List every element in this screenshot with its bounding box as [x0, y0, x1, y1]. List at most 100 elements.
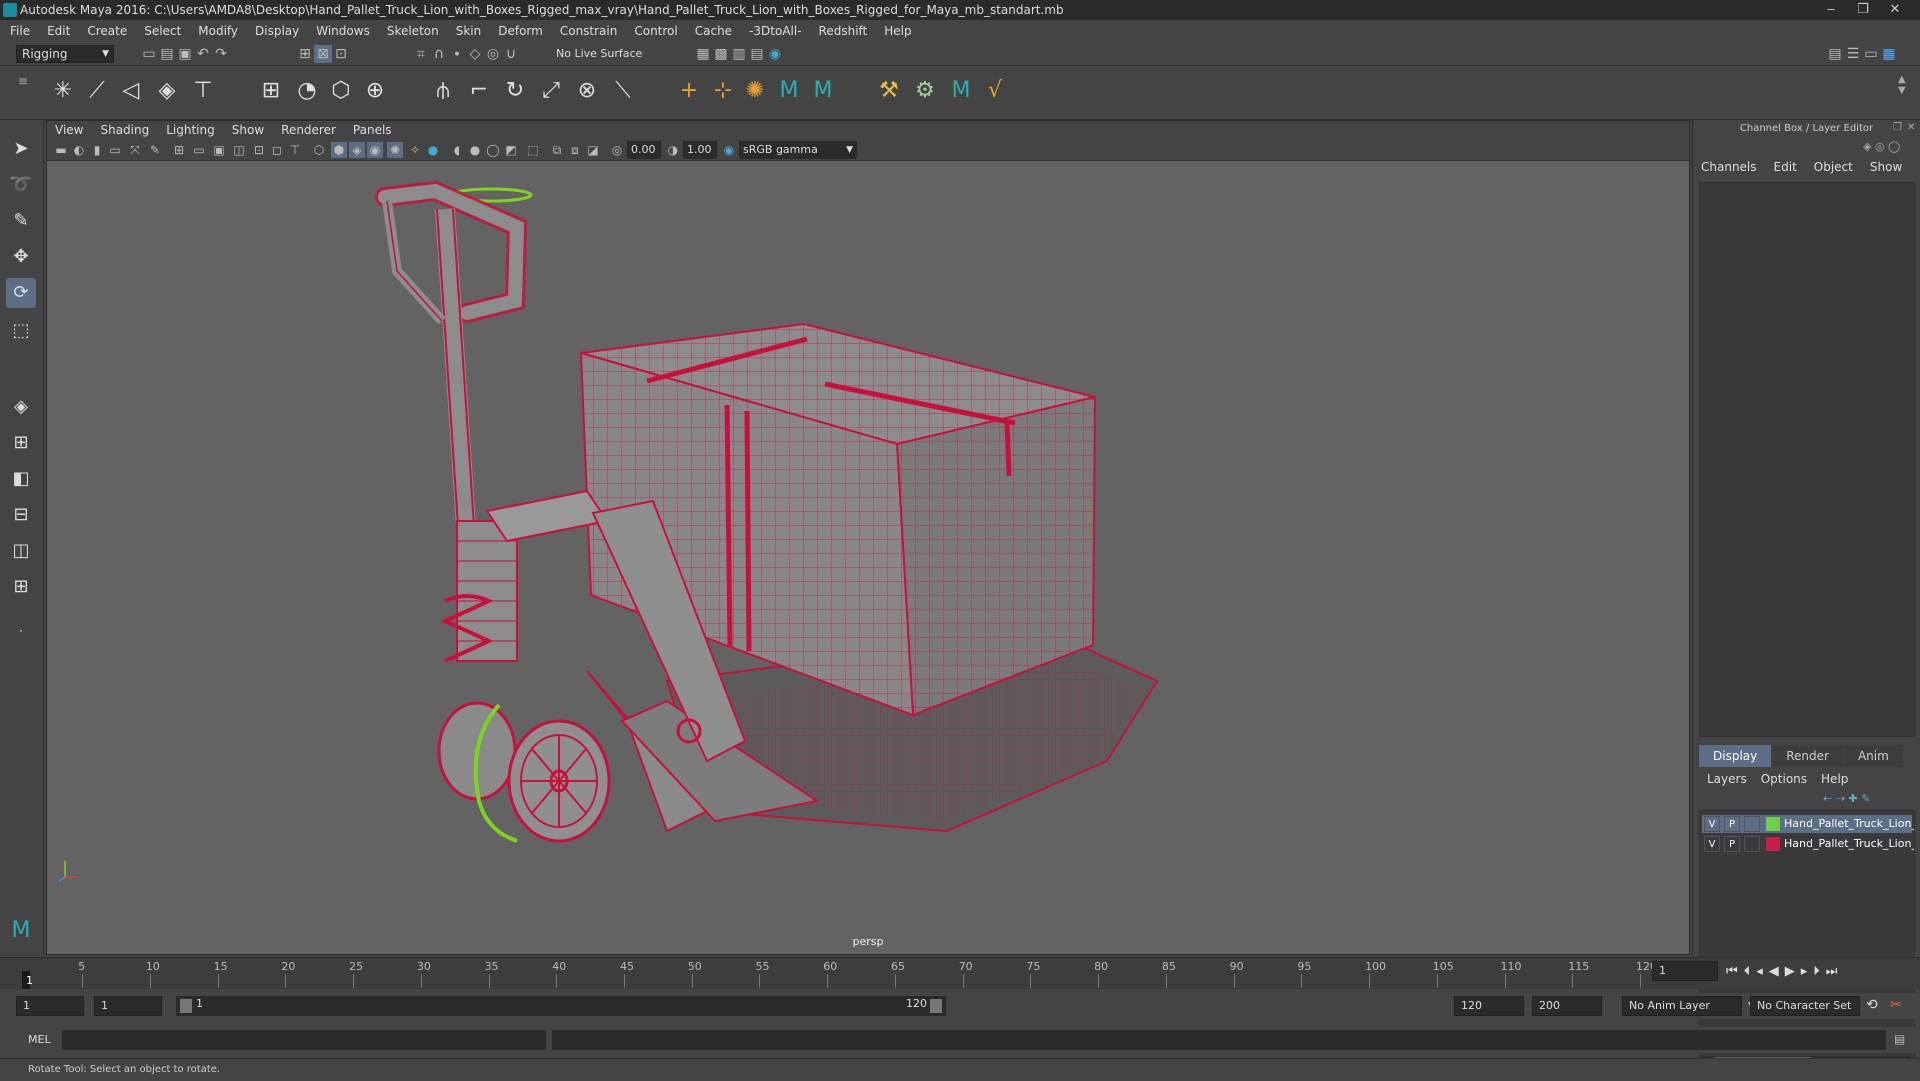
layer-move-icons[interactable]: ⇠ ⇢ ✚ ✎	[1823, 792, 1870, 805]
tool-settings-icon[interactable]: ▭	[1862, 45, 1880, 63]
smooth-shade-icon[interactable]: ⬢	[331, 142, 347, 158]
channel-box-area[interactable]	[1699, 182, 1915, 737]
gate-mask-icon[interactable]: ◫	[231, 142, 247, 158]
scale-constraint-icon[interactable]: ⤢	[536, 76, 566, 106]
3dtoall-shelf-icon-1[interactable]: M	[774, 76, 804, 106]
snap-view-plane-icon[interactable]: ◇	[466, 45, 484, 63]
exposure-field[interactable]: 0.00	[627, 141, 661, 159]
menu-file[interactable]: File	[10, 24, 30, 38]
step-forward-frame-icon[interactable]: ▸	[1801, 964, 1814, 979]
viewport-menu-panels[interactable]: Panels	[353, 123, 392, 137]
nurbs-circle-icon[interactable]: ⊹	[708, 76, 738, 106]
magnet-icon[interactable]: ∪	[502, 45, 520, 63]
select-by-hierarchy-icon[interactable]: ⊞	[296, 45, 314, 63]
modeling-toolkit-icon[interactable]: ▤	[1826, 45, 1844, 63]
viewport-menu-lighting[interactable]: Lighting	[166, 123, 215, 137]
go-to-start-icon[interactable]: ⏮	[1726, 964, 1744, 979]
colorspace-dropdown[interactable]: sRGB gamma ▼	[739, 141, 857, 159]
layout-more-icon[interactable]: ·	[6, 616, 36, 646]
viewport-scene[interactable]	[47, 161, 1689, 954]
anti-aliasing-icon[interactable]: ●	[467, 142, 483, 158]
render-view-icon[interactable]: ▦	[694, 45, 712, 63]
exposure-icon[interactable]: ◎	[609, 142, 625, 158]
persp-outliner-layout-icon[interactable]: ◧	[6, 464, 36, 494]
time-ruler[interactable]: 5 10 15 20 25 30 35 40 45 50 55 60 65 70 75 80 85 90 95 100…	[0, 958, 1660, 990]
backface-culling-icon[interactable]: ◪	[585, 142, 601, 158]
hypershade-icon[interactable]: ◉	[766, 45, 784, 63]
xray-joints-icon[interactable]: ⧉	[549, 142, 565, 158]
menuset-dropdown[interactable]: Rigging ▼	[16, 45, 114, 63]
menu-deform[interactable]: Deform	[498, 24, 543, 38]
xray-icon[interactable]: ⬚	[525, 142, 541, 158]
restore-button[interactable]: ❐	[1848, 0, 1878, 20]
tab-anim[interactable]: Anim	[1843, 745, 1903, 767]
menu-edit[interactable]: Edit	[47, 24, 70, 38]
persp-graph-layout-icon[interactable]: ⊟	[6, 500, 36, 530]
menu-constrain[interactable]: Constrain	[560, 24, 618, 38]
panel-float-icon[interactable]: ❐	[1893, 122, 1902, 133]
layer-name[interactable]: Hand_Pallet_Truck_Lion_with_Boxes	[1784, 815, 1914, 833]
layer-row[interactable]: VP Hand_Pallet_Truck_Lion_with_Boxes	[1702, 815, 1914, 833]
layer-color-swatch[interactable]	[1766, 837, 1780, 851]
resolution-gate-icon[interactable]: ▣	[211, 142, 227, 158]
channel-box-icon[interactable]: ▦	[1880, 45, 1898, 63]
isolate-select-icon[interactable]: ◩	[503, 142, 519, 158]
mirror-joint-icon[interactable]: ◁	[116, 76, 146, 106]
layer-name[interactable]: Hand_Pallet_Truck_Lion_with_Boxes_geo	[1784, 835, 1914, 853]
menu-display[interactable]: Display	[255, 24, 299, 38]
close-button[interactable]: ✕	[1880, 0, 1910, 20]
undo-icon[interactable]: ↶	[194, 45, 212, 63]
scale-tool-icon[interactable]: ⬚	[6, 316, 36, 346]
channel-box-menu-channels[interactable]: Channels	[1701, 160, 1757, 174]
layer-editor-menu-help[interactable]: Help	[1821, 772, 1848, 786]
viewport-menu-view[interactable]: View	[55, 123, 83, 137]
ipr-render-icon[interactable]: ▥	[730, 45, 748, 63]
menu-redshift[interactable]: Redshift	[819, 24, 868, 38]
insert-joint-icon[interactable]: ⟋	[82, 76, 112, 106]
select-by-object-icon[interactable]: ⊠	[314, 45, 332, 63]
parent-constraint-icon[interactable]: ⫛	[428, 76, 458, 106]
play-forwards-icon[interactable]: ▶	[1785, 964, 1801, 979]
cluster-icon[interactable]: ⊕	[360, 76, 390, 106]
wireframe-on-shaded-icon[interactable]: ◈	[349, 142, 365, 158]
menu-skin[interactable]: Skin	[456, 24, 482, 38]
select-camera-icon[interactable]: ▬	[53, 142, 69, 158]
tab-display[interactable]: Display	[1699, 745, 1772, 767]
range-slider[interactable]: 1 120	[176, 996, 946, 1016]
move-tool-icon[interactable]: ✥	[6, 242, 36, 272]
curve-tool-icon[interactable]: ✺	[740, 76, 770, 106]
scene-start-field[interactable]: 1	[16, 996, 84, 1016]
lattice-icon[interactable]: ⬡	[326, 76, 356, 106]
auto-key-icon[interactable]: ⟲	[1866, 997, 1878, 1013]
textured-icon[interactable]: ◉	[367, 142, 383, 158]
shelf-scroll-icon[interactable]: ▲ ▼	[1898, 74, 1906, 96]
layer-row[interactable]: VP Hand_Pallet_Truck_Lion_with_Boxes_geo	[1702, 835, 1914, 853]
select-by-component-icon[interactable]: ⊡	[332, 45, 350, 63]
xray-components-icon[interactable]: ⧈	[567, 142, 583, 158]
new-scene-icon[interactable]: ▭	[140, 45, 158, 63]
layer-display-type-toggle[interactable]	[1744, 816, 1760, 832]
pole-vector-icon[interactable]: ⟍	[608, 76, 638, 106]
joint-tool-icon[interactable]: ✳	[48, 76, 78, 106]
use-all-lights-icon[interactable]: ✺	[387, 142, 403, 158]
step-forward-key-icon[interactable]: ⏵	[1813, 964, 1826, 979]
color-management-icon[interactable]: ◉	[721, 142, 737, 158]
open-scene-icon[interactable]: ▤	[158, 45, 176, 63]
bind-skin-icon[interactable]: ⊞	[256, 76, 286, 106]
aim-constraint-icon[interactable]: ⊗	[572, 76, 602, 106]
playback-start-field[interactable]: 1	[94, 996, 162, 1016]
go-to-end-icon[interactable]: ⏭	[1826, 964, 1844, 979]
shadows-icon[interactable]: ✧	[407, 142, 423, 158]
mel-label[interactable]: MEL	[28, 1033, 51, 1046]
ik-handle-icon[interactable]: ⊤	[188, 76, 218, 106]
lasso-tool-icon[interactable]: ➰	[6, 170, 36, 200]
menu-3dtoall[interactable]: -3DtoAll-	[749, 24, 801, 38]
single-perspective-layout-icon[interactable]: ◈	[6, 392, 36, 422]
safe-title-icon[interactable]: ⊤	[287, 142, 303, 158]
channel-box-menu-edit[interactable]: Edit	[1774, 160, 1797, 174]
depth-of-field-icon[interactable]: ◯	[485, 142, 501, 158]
paint-weights-icon[interactable]: ◔	[292, 76, 322, 106]
range-start-handle[interactable]	[180, 999, 192, 1013]
range-end-handle[interactable]	[930, 999, 942, 1013]
snap-live-icon[interactable]: ◎	[484, 45, 502, 63]
